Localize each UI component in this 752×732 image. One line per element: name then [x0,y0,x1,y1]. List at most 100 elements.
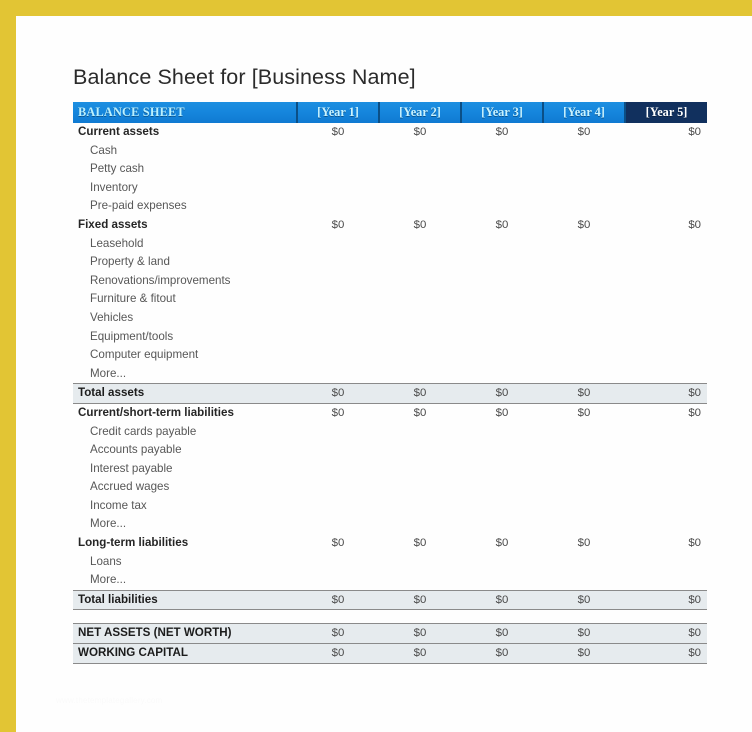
row-value-year-2[interactable] [379,460,461,479]
row-value-year-2[interactable] [379,346,461,365]
row-value-year-2[interactable]: $0 [379,383,461,404]
row-value-year-3[interactable]: $0 [461,589,543,611]
row-value-year-3[interactable]: $0 [461,383,543,404]
row-value-year-2[interactable] [379,423,461,442]
row-value-year-1[interactable] [297,197,379,216]
row-value-year-4[interactable]: $0 [543,216,625,235]
row-value-year-1[interactable] [297,309,379,328]
row-value-year-1[interactable] [297,253,379,272]
row-value-year-3[interactable] [461,497,543,516]
row-value-year-5[interactable] [625,309,707,328]
row-value-year-2[interactable]: $0 [379,534,461,553]
table-row[interactable]: Furniture & fitout [73,290,707,309]
row-value-year-3[interactable] [461,142,543,161]
table-row[interactable]: Computer equipment [73,346,707,365]
row-value-year-3[interactable] [461,235,543,254]
row-value-year-2[interactable] [379,365,461,384]
row-value-year-4[interactable] [543,441,625,460]
row-value-year-1[interactable] [297,290,379,309]
table-row[interactable]: Current/short-term liabilities $0 $0 $0 $0 $0 [73,403,707,422]
row-value-year-1[interactable]: $0 [297,383,379,404]
row-value-year-2[interactable] [379,253,461,272]
row-value-year-5[interactable] [625,460,707,479]
table-row[interactable]: Renovations/improvements [73,272,707,291]
table-row[interactable]: Income tax [73,497,707,516]
row-value-year-4[interactable]: $0 [543,643,625,664]
row-value-year-3[interactable] [461,346,543,365]
table-row[interactable]: Leasehold [73,235,707,254]
row-value-year-3[interactable] [461,272,543,291]
table-row[interactable]: More... [73,571,707,590]
table-row[interactable]: Total liabilities $0 $0 $0 $0 $0 [73,589,707,611]
row-value-year-1[interactable] [297,235,379,254]
row-value-year-2[interactable] [379,272,461,291]
table-row[interactable]: Pre-paid expenses [73,197,707,216]
row-value-year-5[interactable] [625,497,707,516]
row-value-year-5[interactable]: $0 [625,383,707,404]
row-value-year-4[interactable]: $0 [543,534,625,553]
row-value-year-1[interactable] [297,365,379,384]
row-value-year-1[interactable] [297,423,379,442]
table-row[interactable]: Current assets $0 $0 $0 $0 $0 [73,123,707,142]
row-value-year-2[interactable] [379,497,461,516]
row-value-year-1[interactable]: $0 [297,403,379,422]
row-value-year-5[interactable] [625,441,707,460]
row-value-year-3[interactable] [461,197,543,216]
row-value-year-5[interactable] [625,346,707,365]
row-value-year-3[interactable]: $0 [461,623,543,645]
row-value-year-3[interactable]: $0 [461,534,543,553]
row-value-year-5[interactable]: $0 [625,216,707,235]
table-row[interactable]: Loans [73,553,707,572]
table-row[interactable]: Cash [73,142,707,161]
table-row[interactable]: Accrued wages [73,478,707,497]
row-value-year-5[interactable] [625,290,707,309]
row-value-year-2[interactable] [379,179,461,198]
row-value-year-1[interactable]: $0 [297,623,379,645]
row-value-year-2[interactable]: $0 [379,589,461,611]
table-row[interactable]: Petty cash [73,160,707,179]
row-value-year-1[interactable]: $0 [297,643,379,664]
row-value-year-4[interactable]: $0 [543,623,625,645]
row-value-year-2[interactable]: $0 [379,643,461,664]
row-value-year-1[interactable] [297,272,379,291]
row-value-year-2[interactable] [379,290,461,309]
row-value-year-1[interactable]: $0 [297,534,379,553]
row-value-year-5[interactable] [625,197,707,216]
row-value-year-4[interactable] [543,197,625,216]
row-value-year-4[interactable] [543,142,625,161]
row-value-year-5[interactable] [625,365,707,384]
row-value-year-2[interactable] [379,160,461,179]
row-value-year-1[interactable] [297,160,379,179]
row-value-year-5[interactable] [625,515,707,534]
table-row[interactable]: Credit cards payable [73,423,707,442]
row-value-year-4[interactable] [543,346,625,365]
row-value-year-2[interactable] [379,571,461,590]
row-value-year-4[interactable] [543,272,625,291]
table-row[interactable]: Inventory [73,179,707,198]
row-value-year-1[interactable] [297,441,379,460]
row-value-year-5[interactable] [625,553,707,572]
row-value-year-1[interactable] [297,478,379,497]
row-value-year-4[interactable]: $0 [543,403,625,422]
row-value-year-3[interactable] [461,423,543,442]
table-row[interactable]: Property & land [73,253,707,272]
row-value-year-2[interactable] [379,441,461,460]
row-value-year-4[interactable] [543,571,625,590]
row-value-year-4[interactable] [543,253,625,272]
row-value-year-1[interactable] [297,142,379,161]
row-value-year-3[interactable] [461,179,543,198]
row-value-year-2[interactable] [379,142,461,161]
row-value-year-2[interactable] [379,478,461,497]
row-value-year-1[interactable] [297,179,379,198]
row-value-year-3[interactable] [461,160,543,179]
row-value-year-2[interactable] [379,309,461,328]
table-row[interactable]: Interest payable [73,460,707,479]
row-value-year-5[interactable] [625,142,707,161]
row-value-year-4[interactable] [543,423,625,442]
row-value-year-1[interactable] [297,460,379,479]
row-value-year-1[interactable]: $0 [297,589,379,611]
table-row[interactable]: More... [73,365,707,384]
row-value-year-5[interactable] [625,571,707,590]
row-value-year-2[interactable] [379,515,461,534]
row-value-year-1[interactable] [297,497,379,516]
